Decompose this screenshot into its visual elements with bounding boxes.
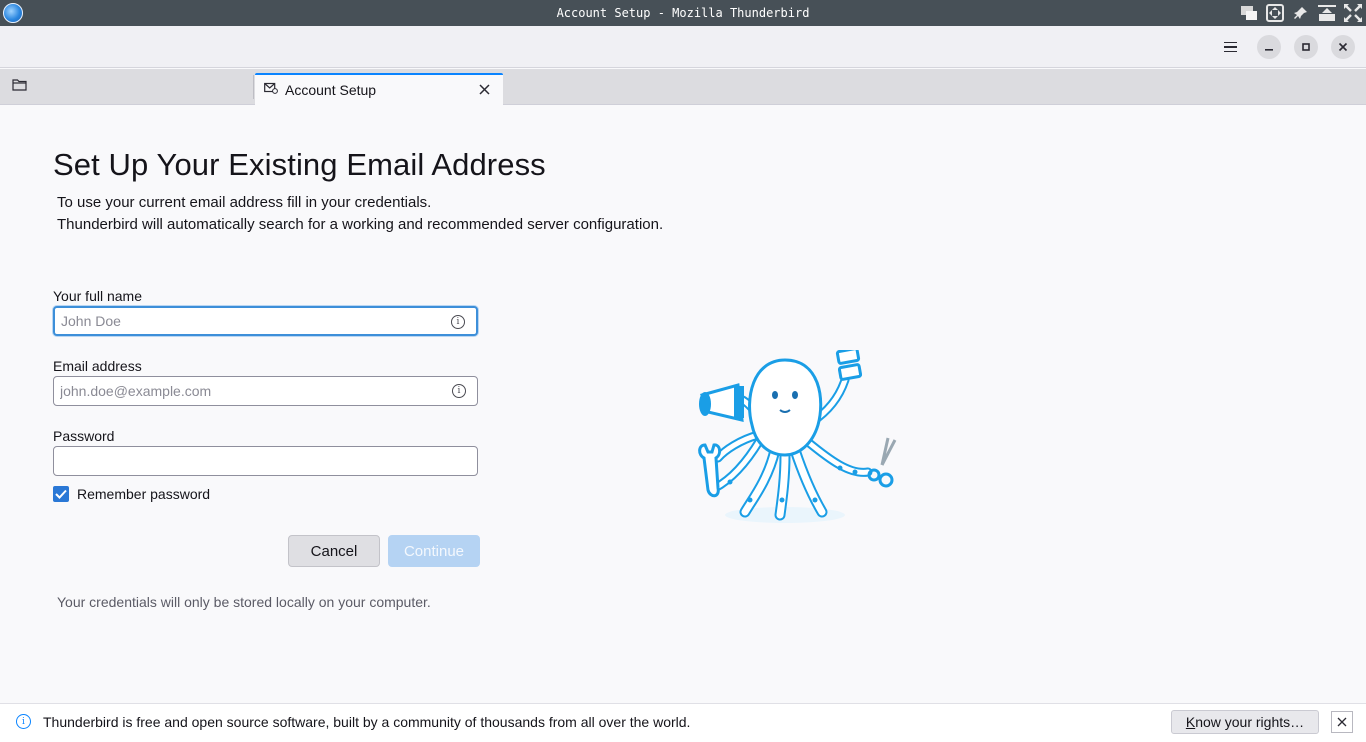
page-title: Set Up Your Existing Email Address [53, 147, 546, 182]
tab-account-setup[interactable]: Account Setup [255, 73, 503, 105]
window-manager-buttons [1236, 0, 1366, 26]
notification-text: Thunderbird is free and open source soft… [43, 714, 691, 730]
shade-icon[interactable] [1340, 0, 1366, 26]
cancel-button[interactable]: Cancel [288, 535, 380, 567]
maximize-button[interactable] [1294, 35, 1318, 59]
mail-setup-icon [264, 81, 278, 99]
description-line-1: To use your current email address fill i… [57, 194, 432, 211]
window-titlebar: Account Setup - Mozilla Thunderbird [0, 0, 1366, 26]
description-line-2: Thunderbird will automatically search fo… [57, 216, 664, 233]
close-window-button[interactable] [1331, 35, 1355, 59]
password-field [53, 446, 478, 476]
info-icon[interactable]: i [452, 384, 466, 398]
tab-folders[interactable] [0, 69, 254, 104]
app-toolbar [0, 26, 1366, 68]
know-your-rights-label: now your rights… [1195, 714, 1305, 730]
octopus-illustration [698, 350, 897, 523]
close-notification-button[interactable] [1331, 711, 1353, 733]
remember-password-checkbox[interactable] [53, 486, 69, 502]
full-name-label: Your full name [53, 288, 142, 304]
continue-button[interactable]: Continue [388, 535, 480, 567]
email-input[interactable] [60, 377, 440, 405]
remember-password-label: Remember password [77, 486, 211, 502]
minimize-button[interactable] [1257, 35, 1281, 59]
tab-strip: Account Setup [0, 69, 1366, 105]
close-tab-button[interactable] [474, 79, 494, 99]
remember-password-row[interactable]: Remember password [53, 486, 210, 502]
folder-icon [12, 78, 27, 96]
account-setup-page: Set Up Your Existing Email Address To us… [0, 105, 1366, 703]
full-name-input[interactable] [61, 308, 441, 334]
keep-above-icon[interactable] [1314, 0, 1340, 26]
info-icon: i [16, 714, 31, 729]
pin-icon[interactable] [1288, 0, 1314, 26]
password-label: Password [53, 428, 115, 444]
app-menu-icon[interactable] [1217, 34, 1243, 60]
know-your-rights-accesskey: K [1185, 714, 1196, 730]
fullscreen-icon[interactable] [1262, 0, 1288, 26]
windows-icon[interactable] [1236, 0, 1262, 26]
checkmark-icon [55, 489, 67, 499]
tab-separator [253, 75, 254, 99]
notification-bar: i Thunderbird is free and open source so… [0, 703, 1366, 742]
full-name-field: i [53, 306, 478, 336]
email-field: i [53, 376, 478, 406]
close-icon [1337, 717, 1347, 727]
window-title: Account Setup - Mozilla Thunderbird [556, 6, 810, 20]
local-storage-note: Your credentials will only be stored loc… [57, 594, 431, 610]
password-input[interactable] [60, 447, 440, 475]
info-icon[interactable]: i [451, 315, 465, 329]
tab-label: Account Setup [285, 82, 377, 98]
page-description: To use your current email address fill i… [57, 192, 663, 236]
know-your-rights-button[interactable]: Know your rights… [1171, 710, 1319, 734]
email-label: Email address [53, 358, 142, 374]
